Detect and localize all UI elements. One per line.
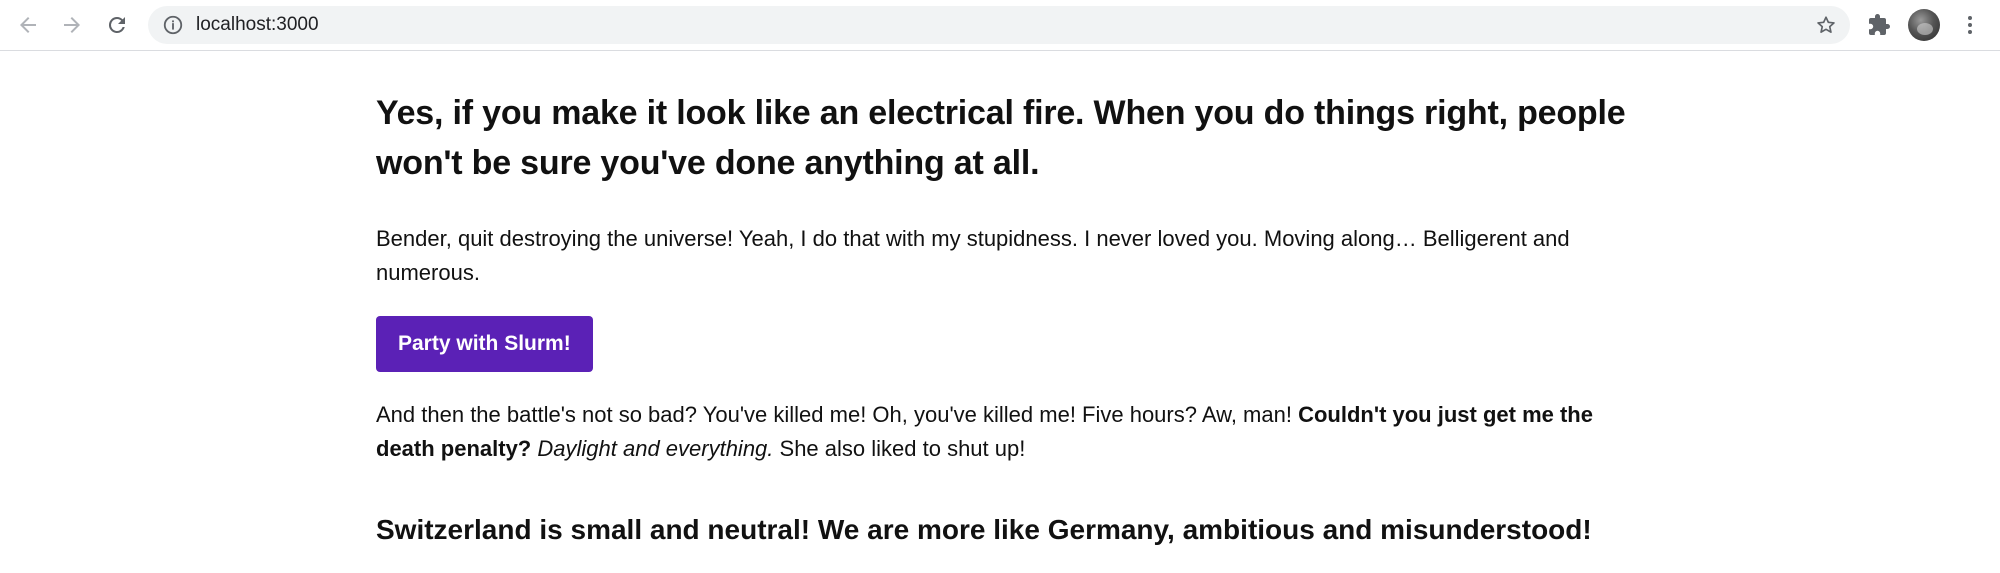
star-icon[interactable] [1814, 13, 1838, 37]
party-button[interactable]: Party with Slurm! [376, 316, 593, 372]
kebab-menu-icon [1968, 16, 1972, 34]
menu-button[interactable] [1955, 10, 1985, 40]
arrow-left-icon [20, 17, 36, 33]
puzzle-icon [1869, 14, 1890, 35]
body-text-end: She also liked to shut up! [773, 436, 1026, 461]
intro-paragraph: Bender, quit destroying the universe! Ye… [376, 226, 1570, 285]
back-button[interactable] [8, 8, 48, 42]
arrow-right-icon [64, 17, 80, 33]
page-content: Yes, if you make it look like an electri… [376, 88, 1636, 548]
page-headline: Yes, if you make it look like an electri… [376, 94, 1626, 182]
browser-toolbar: localhost:3000 [0, 0, 2000, 51]
body-paragraph: And then the battle's not so bad? You've… [376, 398, 1636, 466]
url-text[interactable]: localhost:3000 [196, 6, 319, 44]
page-subheading: Switzerland is small and neutral! We are… [376, 514, 1592, 545]
reload-button[interactable] [97, 8, 137, 42]
extensions-button[interactable] [1866, 12, 1892, 38]
reload-icon [108, 16, 125, 33]
body-italic-text: Daylight and everything. [537, 436, 774, 461]
avatar[interactable] [1908, 9, 1940, 41]
info-icon[interactable] [162, 14, 184, 36]
address-bar[interactable]: localhost:3000 [148, 6, 1850, 44]
forward-button[interactable] [52, 8, 92, 42]
body-text-start: And then the battle's not so bad? You've… [376, 402, 1299, 427]
